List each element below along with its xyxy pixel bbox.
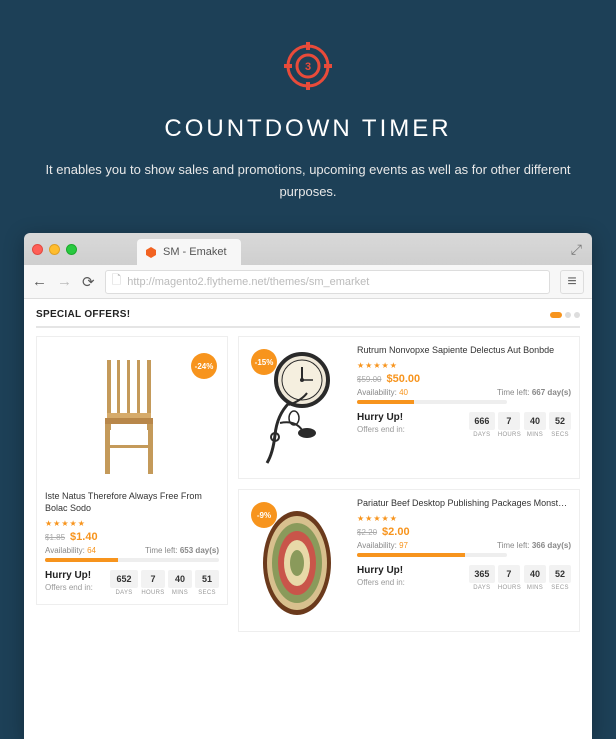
address-bar[interactable]: 🗋 http://magento2.flytheme.net/themes/sm… bbox=[105, 270, 550, 294]
reload-button[interactable]: ⟳ bbox=[82, 273, 95, 291]
discount-badge: -24% bbox=[191, 353, 217, 379]
countdown-timer: 666DAYS 7HOURS 40MINS 52SECS bbox=[469, 412, 571, 438]
discount-badge: -15% bbox=[251, 349, 277, 375]
old-price: $2.20 bbox=[357, 528, 377, 537]
svg-text:3: 3 bbox=[305, 61, 311, 73]
hamburger-menu-button[interactable]: ≡ bbox=[560, 270, 584, 294]
pager-dot[interactable] bbox=[550, 312, 562, 318]
pager-dot[interactable] bbox=[574, 312, 580, 318]
product-image: -15% bbox=[247, 345, 347, 470]
cd-secs: 51 bbox=[195, 570, 219, 588]
target-icon: 3 bbox=[282, 40, 334, 97]
rating-stars: ★★★★★ bbox=[357, 514, 571, 523]
product-title: Rutrum Nonvopxe Sapiente Delectus Aut Bo… bbox=[357, 345, 571, 357]
availability-label: Availability: bbox=[45, 546, 85, 555]
discount-badge: -9% bbox=[251, 502, 277, 528]
browser-window: SM - Emaket ⤢ ← → ⟳ 🗋 http://magento2.fl… bbox=[24, 233, 592, 739]
cd-days: 652 bbox=[110, 570, 138, 588]
price: $2.00 bbox=[382, 526, 410, 538]
product-title: Iste Natus Therefore Always Free From Bo… bbox=[45, 491, 219, 514]
magento-icon bbox=[145, 246, 157, 258]
back-button[interactable]: ← bbox=[32, 273, 47, 290]
countdown-timer: 652DAYS 7HOURS 40MINS 51SECS bbox=[110, 570, 219, 596]
browser-tabbar: SM - Emaket ⤢ bbox=[24, 233, 592, 265]
page-icon: 🗋 bbox=[112, 271, 122, 292]
availability-bar bbox=[357, 400, 507, 404]
old-price: $59.00 bbox=[357, 375, 381, 384]
forward-button[interactable]: → bbox=[57, 273, 72, 290]
availability-bar bbox=[357, 553, 507, 557]
offers-end-label: Offers end in: bbox=[357, 578, 405, 587]
offers-end-label: Offers end in: bbox=[357, 425, 405, 434]
product-card[interactable]: -9% Pariatur Beef Desktop Publishing Pac… bbox=[238, 489, 580, 632]
cd-hours: 7 bbox=[141, 570, 165, 588]
timeleft-value: 653 day(s) bbox=[180, 546, 219, 555]
product-title: Pariatur Beef Desktop Publishing Package… bbox=[357, 498, 571, 510]
page-content: SPECIAL OFFERS! -24% bbox=[24, 299, 592, 739]
section-title: SPECIAL OFFERS! bbox=[36, 309, 130, 320]
hero-title: COUNTDOWN TIMER bbox=[20, 115, 596, 143]
countdown-timer: 365DAYS 7HOURS 40MINS 52SECS bbox=[469, 565, 571, 591]
tab-title: SM - Emaket bbox=[163, 246, 227, 258]
timeleft-value: 366 day(s) bbox=[532, 541, 571, 550]
product-card[interactable]: -24% bbox=[36, 336, 228, 604]
product-card[interactable]: -15% bbox=[238, 336, 580, 479]
offers-end-label: Offers end in: bbox=[45, 583, 93, 592]
window-maximize-button[interactable] bbox=[66, 244, 77, 255]
window-minimize-button[interactable] bbox=[49, 244, 60, 255]
browser-tab[interactable]: SM - Emaket bbox=[137, 239, 241, 265]
url-text: http://magento2.flytheme.net/themes/sm_e… bbox=[127, 276, 369, 288]
product-image: -9% bbox=[247, 498, 347, 623]
pager-dot[interactable] bbox=[565, 312, 571, 318]
expand-icon[interactable]: ⤢ bbox=[571, 241, 582, 258]
rating-stars: ★★★★★ bbox=[357, 361, 571, 370]
availability-value: 64 bbox=[87, 546, 96, 555]
price: $50.00 bbox=[386, 373, 420, 385]
availability-value: 97 bbox=[399, 541, 408, 550]
hurry-label: Hurry Up! bbox=[45, 570, 93, 581]
old-price: $1.85 bbox=[45, 533, 65, 542]
hurry-label: Hurry Up! bbox=[357, 412, 405, 423]
hero-subtitle: It enables you to show sales and promoti… bbox=[28, 159, 588, 203]
hurry-label: Hurry Up! bbox=[357, 565, 405, 576]
rating-stars: ★★★★★ bbox=[45, 519, 219, 528]
timeleft-value: 667 day(s) bbox=[532, 388, 571, 397]
availability-bar bbox=[45, 558, 219, 562]
carousel-pager[interactable] bbox=[550, 312, 580, 318]
price: $1.40 bbox=[70, 531, 98, 543]
availability-value: 40 bbox=[399, 388, 408, 397]
browser-toolbar: ← → ⟳ 🗋 http://magento2.flytheme.net/the… bbox=[24, 265, 592, 299]
cd-mins: 40 bbox=[168, 570, 192, 588]
window-close-button[interactable] bbox=[32, 244, 43, 255]
timeleft-label: Time left: bbox=[145, 546, 178, 555]
